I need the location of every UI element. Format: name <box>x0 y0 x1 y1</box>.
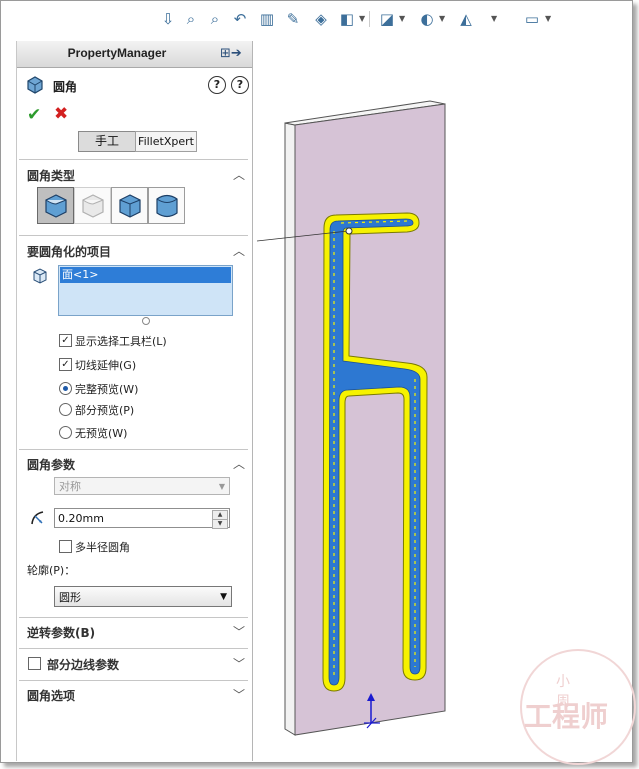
toolbar-separator <box>369 11 370 27</box>
show-selection-toolbar-label: 显示选择工具栏(L) <box>75 335 167 348</box>
list-resize-handle[interactable] <box>142 317 150 325</box>
feature-header: 圆角 ? ? <box>25 75 250 97</box>
section-title-setback[interactable]: 逆转参数(B) <box>27 624 95 641</box>
chevron-down-icon: ▼ <box>218 482 225 491</box>
partial-edge-checkbox[interactable] <box>28 657 41 670</box>
heads-up-toolbar: ⇩ ⌕ ⌕ ↶ ▥ ✎ ◈ ◧ ▼ ◪ ▼ ◐ ▼ ◭ ▼ ▭ ▼ <box>1 5 632 33</box>
section-title-partial-edge[interactable]: 部分边线参数 <box>47 656 119 673</box>
fillet-method-value: 对称 <box>59 480 81 493</box>
fillet-feature-icon <box>27 76 43 94</box>
profile-value: 圆形 <box>59 591 81 604</box>
tangent-propagation-checkbox[interactable]: ✓ <box>59 358 72 371</box>
show-selection-toolbar-checkbox[interactable]: ✓ <box>59 334 72 347</box>
multi-radius-label: 多半径圆角 <box>75 541 130 554</box>
edit-appearance-icon[interactable]: ◐ <box>418 10 436 28</box>
section-title-items-to-fillet[interactable]: 要圆角化的项目 <box>27 243 111 260</box>
spin-down-icon[interactable]: ▼ <box>212 519 228 529</box>
zoom-to-fit-icon[interactable]: ⌕ <box>182 10 200 28</box>
multi-radius-checkbox[interactable] <box>59 540 72 553</box>
no-preview-radio[interactable] <box>59 426 72 439</box>
face-fillet-button[interactable] <box>111 187 148 224</box>
partial-preview-radio[interactable] <box>59 403 72 416</box>
chevron-down-icon[interactable]: ▼ <box>359 12 367 26</box>
watermark-seal: 小 周 工程师 <box>520 649 636 765</box>
watermark-main-text: 工程师 <box>524 700 609 733</box>
view-orientation-icon[interactable]: ⇩ <box>159 10 177 28</box>
display-style-icon[interactable]: ◧ <box>338 10 356 28</box>
selection-pick-point <box>345 227 353 235</box>
selected-face-item[interactable]: 面<1> <box>60 267 231 283</box>
help-icon[interactable]: ? <box>231 76 249 94</box>
chevron-up-icon[interactable]: ︿ <box>232 245 246 257</box>
chevron-down-icon: ▼ <box>220 592 227 602</box>
profile-dropdown[interactable]: 圆形 ▼ <box>54 586 232 607</box>
section-divider <box>19 617 248 618</box>
full-preview-label: 完整预览(W) <box>75 383 139 396</box>
chevron-down-icon[interactable]: ▼ <box>399 12 407 26</box>
chevron-down-icon[interactable]: ﹀ <box>232 689 246 701</box>
previous-view-icon[interactable]: ↶ <box>231 10 249 28</box>
section-title-fillet-options[interactable]: 圆角选项 <box>27 687 75 704</box>
property-manager-panel: PropertyManager ⊞➔ 圆角 ? ? ✔ ✖ 手工 FilletX… <box>16 41 253 761</box>
zoom-area-icon[interactable]: ⌕ <box>206 10 224 28</box>
radius-input[interactable]: 0.20mm ▲ ▼ <box>54 508 230 529</box>
chevron-down-icon[interactable]: ﹀ <box>232 658 246 670</box>
section-divider <box>19 235 248 236</box>
pin-icon[interactable]: ⊞➔ <box>220 46 244 62</box>
chevron-down-icon[interactable]: ▼ <box>439 12 447 26</box>
section-divider <box>19 680 248 681</box>
partial-preview-label: 部分预览(P) <box>75 404 135 417</box>
tangent-propagation-label: 切线延伸(G) <box>75 359 137 372</box>
plate-side-face <box>284 122 296 736</box>
property-manager-header: PropertyManager ⊞➔ <box>17 41 252 68</box>
view-orientation-cube-icon[interactable]: ◈ <box>312 10 330 28</box>
apply-scene-icon[interactable]: ◭ <box>457 10 475 28</box>
full-preview-radio[interactable] <box>59 382 72 395</box>
chevron-up-icon[interactable]: ︿ <box>232 458 246 470</box>
section-title-fillet-type[interactable]: 圆角类型 <box>27 167 75 184</box>
face-selection-icon <box>33 268 47 284</box>
variable-size-fillet-button[interactable] <box>74 187 111 224</box>
tab-manual[interactable]: 手工 <box>78 131 136 152</box>
chevron-down-icon[interactable]: ▼ <box>491 12 499 26</box>
section-divider <box>19 159 248 160</box>
property-manager-title: PropertyManager <box>67 46 167 60</box>
profile-label: 轮廓(P)： <box>27 564 76 577</box>
dynamic-annotation-icon[interactable]: ✎ <box>284 10 302 28</box>
view-settings-icon[interactable]: ▭ <box>523 10 541 28</box>
constant-size-fillet-button[interactable] <box>37 187 74 224</box>
chevron-up-icon[interactable]: ︿ <box>232 169 246 181</box>
fillet-method-dropdown: 对称 ▼ <box>54 477 230 495</box>
section-divider <box>19 449 248 450</box>
radius-icon <box>31 511 44 525</box>
variable-fillet-icon <box>82 194 104 218</box>
full-round-fillet-icon <box>156 194 178 218</box>
chevron-down-icon[interactable]: ▼ <box>545 12 553 26</box>
items-selection-list[interactable]: 面<1> <box>58 265 233 316</box>
cancel-button[interactable]: ✖ <box>54 104 68 124</box>
section-divider <box>19 648 248 649</box>
face-fillet-icon <box>119 194 141 218</box>
chevron-down-icon[interactable]: ﹀ <box>232 626 246 638</box>
section-title-fillet-parameters[interactable]: 圆角参数 <box>27 456 75 473</box>
window-frame: ⇩ ⌕ ⌕ ↶ ▥ ✎ ◈ ◧ ▼ ◪ ▼ ◐ ▼ ◭ ▼ ▭ ▼ Proper… <box>0 0 636 765</box>
feature-name: 圆角 <box>53 80 78 94</box>
constant-fillet-icon <box>45 194 67 218</box>
whats-wrong-help-icon[interactable]: ? <box>208 76 226 94</box>
radius-value: 0.20mm <box>58 512 104 525</box>
ok-button[interactable]: ✔ <box>27 105 41 125</box>
hide-show-items-icon[interactable]: ◪ <box>378 10 396 28</box>
tab-filletxpert[interactable]: FilletXpert <box>135 131 197 152</box>
section-view-icon[interactable]: ▥ <box>258 10 276 28</box>
full-round-fillet-button[interactable] <box>148 187 185 224</box>
no-preview-label: 无预览(W) <box>75 427 128 440</box>
